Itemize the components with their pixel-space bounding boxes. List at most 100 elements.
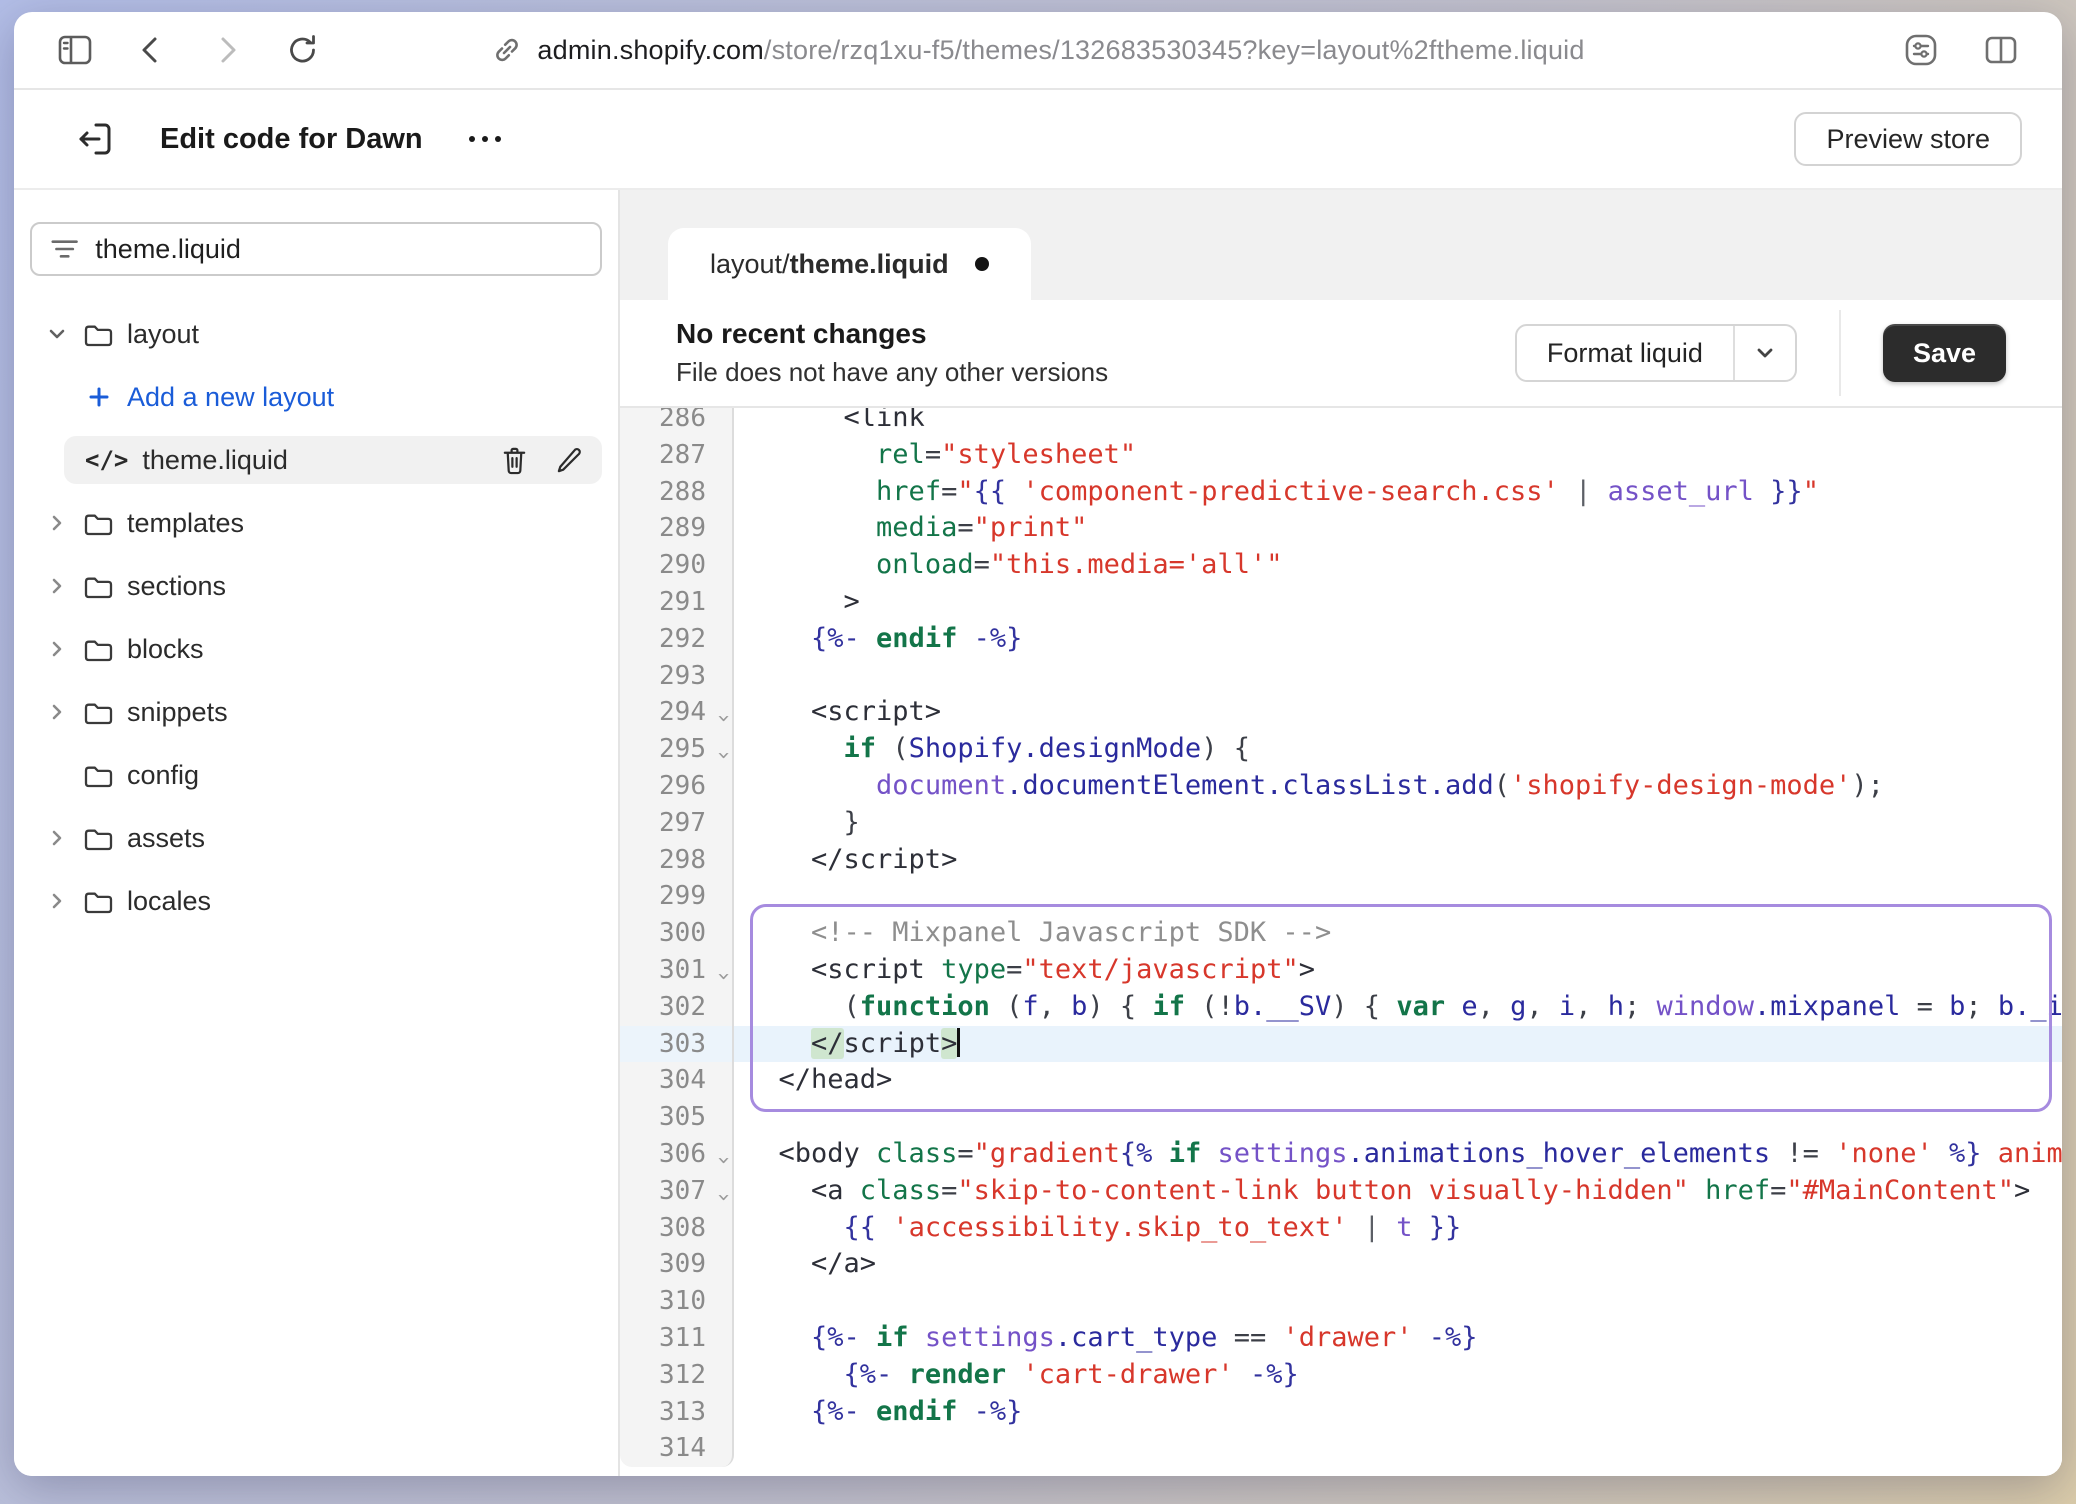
code-text[interactable]: rel="stylesheet" (734, 437, 2062, 474)
code-text[interactable]: {%- if settings.cart_type == 'drawer' -%… (734, 1320, 2062, 1357)
sidebar-item-blocks[interactable]: blocks (30, 625, 602, 673)
code-line-313[interactable]: 313 {%- endif -%} (620, 1394, 2062, 1431)
page-settings-icon[interactable] (1894, 23, 1948, 77)
sidebar-item-label: templates (127, 508, 244, 539)
sidebar-item-locales[interactable]: locales (30, 877, 602, 925)
code-text[interactable]: {%- render 'cart-drawer' -%} (734, 1357, 2062, 1394)
sidebar-item-add-a-new-layout[interactable]: Add a new layout (64, 373, 602, 421)
code-text[interactable]: > (734, 584, 2062, 621)
code-line-295[interactable]: 295› if (Shopify.designMode) { (620, 731, 2062, 768)
url-bar[interactable]: admin.shopify.com/store/rzq1xu-f5/themes… (491, 34, 1584, 66)
code-text[interactable]: (function (f, b) { if (!b.__SV) { var e,… (734, 989, 2062, 1026)
code-text[interactable]: } (734, 805, 2062, 842)
preview-store-button[interactable]: Preview store (1794, 112, 2022, 166)
sidebar-item-theme-liquid[interactable]: </>theme.liquid (64, 436, 602, 484)
code-line-286[interactable]: 286 <link (620, 408, 2062, 437)
sidebar-item-sections[interactable]: sections (30, 562, 602, 610)
chevron-right-icon[interactable] (44, 573, 70, 599)
exit-editor-icon[interactable] (70, 115, 118, 163)
chevron-right-icon[interactable] (44, 888, 70, 914)
file-search-box[interactable] (30, 222, 602, 276)
code-text[interactable]: document.documentElement.classList.add('… (734, 768, 2062, 805)
code-line-306[interactable]: 306› <body class="gradient{% if settings… (620, 1136, 2062, 1173)
sidebar-item-config[interactable]: config (30, 751, 602, 799)
code-text[interactable]: <link (734, 408, 2062, 437)
code-text[interactable] (734, 658, 2062, 695)
chevron-right-icon[interactable] (44, 825, 70, 851)
code-text[interactable]: href="{{ 'component-predictive-search.cs… (734, 474, 2062, 511)
code-line-302[interactable]: 302 (function (f, b) { if (!b.__SV) { va… (620, 989, 2062, 1026)
code-text[interactable]: </head> (734, 1062, 2062, 1099)
sidebar-item-snippets[interactable]: snippets (30, 688, 602, 736)
code-text[interactable]: </a> (734, 1246, 2062, 1283)
code-text[interactable]: <script> (734, 694, 2062, 731)
code-text[interactable] (734, 1430, 2062, 1467)
code-text[interactable]: <script type="text/javascript"> (734, 952, 2062, 989)
sidebar-item-assets[interactable]: assets (30, 814, 602, 862)
code-line-311[interactable]: 311 {%- if settings.cart_type == 'drawer… (620, 1320, 2062, 1357)
save-button[interactable]: Save (1883, 324, 2006, 382)
chevron-right-icon[interactable] (44, 636, 70, 662)
sidebar-item-templates[interactable]: templates (30, 499, 602, 547)
code-line-301[interactable]: 301› <script type="text/javascript"> (620, 952, 2062, 989)
code-text[interactable]: {{ 'accessibility.skip_to_text' | t }} (734, 1210, 2062, 1247)
chevron-right-icon[interactable] (44, 510, 70, 536)
code-text[interactable] (734, 1283, 2062, 1320)
code-line-312[interactable]: 312 {%- render 'cart-drawer' -%} (620, 1357, 2062, 1394)
code-text[interactable]: </script> (734, 1026, 2062, 1063)
code-line-307[interactable]: 307› <a class="skip-to-content-link butt… (620, 1173, 2062, 1210)
code-line-287[interactable]: 287 rel="stylesheet" (620, 437, 2062, 474)
code-line-290[interactable]: 290 onload="this.media='all'" (620, 547, 2062, 584)
code-line-289[interactable]: 289 media="print" (620, 510, 2062, 547)
code-text[interactable]: {%- endif -%} (734, 1394, 2062, 1431)
code-line-296[interactable]: 296 document.documentElement.classList.a… (620, 768, 2062, 805)
code-line-310[interactable]: 310 (620, 1283, 2062, 1320)
split-view-icon[interactable] (1974, 23, 2028, 77)
sidebar-toggle-icon[interactable] (48, 23, 102, 77)
code-text[interactable]: onload="this.media='all'" (734, 547, 2062, 584)
chevron-down-icon[interactable] (44, 321, 70, 347)
search-input[interactable] (95, 234, 582, 265)
code-line-291[interactable]: 291 > (620, 584, 2062, 621)
rename-file-icon[interactable] (555, 446, 584, 475)
code-line-309[interactable]: 309 </a> (620, 1246, 2062, 1283)
code-line-298[interactable]: 298 </script> (620, 842, 2062, 879)
code-line-308[interactable]: 308 {{ 'accessibility.skip_to_text' | t … (620, 1210, 2062, 1247)
code-line-292[interactable]: 292 {%- endif -%} (620, 621, 2062, 658)
fold-marker-icon[interactable]: › (704, 1193, 741, 1202)
format-dropdown-button[interactable] (1733, 326, 1795, 380)
fold-marker-icon[interactable]: › (704, 714, 741, 723)
code-line-314[interactable]: 314 (620, 1430, 2062, 1467)
chevron-right-icon[interactable] (44, 699, 70, 725)
fold-marker-icon[interactable]: › (704, 972, 741, 981)
code-line-293[interactable]: 293 (620, 658, 2062, 695)
code-text[interactable] (734, 878, 2062, 915)
code-line-288[interactable]: 288 href="{{ 'component-predictive-searc… (620, 474, 2062, 511)
code-text[interactable]: {%- endif -%} (734, 621, 2062, 658)
code-text[interactable]: </script> (734, 842, 2062, 879)
fold-marker-icon[interactable]: › (704, 751, 741, 760)
code-line-297[interactable]: 297 } (620, 805, 2062, 842)
more-actions-icon[interactable] (469, 136, 501, 142)
code-text[interactable] (734, 1099, 2062, 1136)
delete-file-icon[interactable] (500, 445, 529, 476)
code-line-304[interactable]: 304 </head> (620, 1062, 2062, 1099)
code-editor[interactable]: 286 <link287 rel="stylesheet"288 href="{… (620, 408, 2062, 1476)
code-text[interactable]: if (Shopify.designMode) { (734, 731, 2062, 768)
reload-icon[interactable] (276, 23, 330, 77)
code-text[interactable]: media="print" (734, 510, 2062, 547)
fold-marker-icon[interactable]: › (704, 1156, 741, 1165)
back-icon[interactable] (124, 23, 178, 77)
sidebar-item-layout[interactable]: layout (30, 310, 602, 358)
format-liquid-button[interactable]: Format liquid (1515, 324, 1797, 382)
tab-theme-liquid[interactable]: layout/theme.liquid (668, 228, 1031, 300)
code-line-299[interactable]: 299 (620, 878, 2062, 915)
code-line-300[interactable]: 300 <!-- Mixpanel Javascript SDK --> (620, 915, 2062, 952)
sidebar-item-label: layout (127, 319, 199, 350)
code-text[interactable]: <body class="gradient{% if settings.anim… (734, 1136, 2062, 1173)
code-line-305[interactable]: 305 (620, 1099, 2062, 1136)
code-line-294[interactable]: 294› <script> (620, 694, 2062, 731)
code-text[interactable]: <a class="skip-to-content-link button vi… (734, 1173, 2062, 1210)
code-line-303[interactable]: 303 </script> (620, 1026, 2062, 1063)
code-text[interactable]: <!-- Mixpanel Javascript SDK --> (734, 915, 2062, 952)
